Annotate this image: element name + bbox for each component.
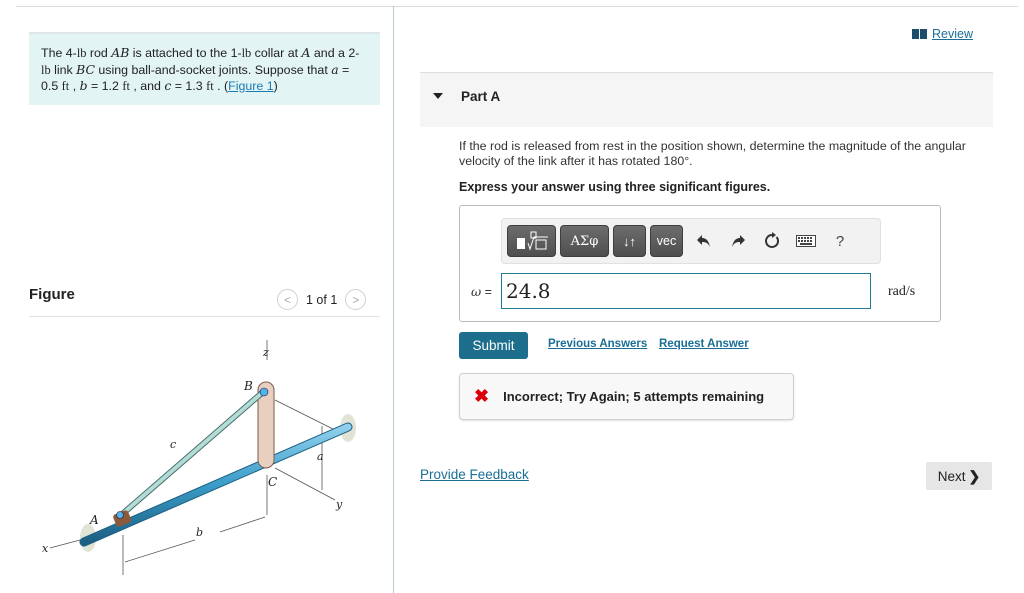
text-segment: , <box>69 79 80 93</box>
keyboard-icon <box>796 235 816 247</box>
label-x: x <box>42 542 49 555</box>
collapse-triangle-icon <box>433 93 443 99</box>
help-button[interactable]: ? <box>823 225 857 257</box>
label-a-point: A <box>89 513 99 527</box>
label-z: z <box>262 346 269 359</box>
part-a-header[interactable]: Part A <box>420 72 993 127</box>
undo-button[interactable] <box>687 225 721 257</box>
text-segment: link <box>50 62 77 77</box>
answer-panel: ΑΣφ ↓↑ vec ? ω = rad/s <box>459 205 941 322</box>
error-x-icon: ✖ <box>474 386 490 406</box>
figure-prev-button[interactable]: < <box>277 289 298 310</box>
feedback-message: ✖ Incorrect; Try Again; 5 attempts remai… <box>459 373 794 420</box>
review-label: Review <box>932 27 973 41</box>
text-segment: . ( <box>213 79 229 93</box>
templates-button[interactable] <box>507 225 556 257</box>
figure-divider <box>29 316 380 317</box>
top-divider <box>16 6 1018 7</box>
text-segment: , and <box>129 79 165 93</box>
figure-heading: Figure <box>29 286 75 303</box>
figure-diagram: z B C A c a b y x <box>42 340 356 575</box>
redo-icon <box>732 235 745 247</box>
text-segment: and a 2- <box>310 46 360 60</box>
label-b-point: B <box>243 379 253 393</box>
text-segment: rod <box>86 46 112 60</box>
chevron-right-icon: > <box>352 292 360 307</box>
templates-icon <box>516 231 548 251</box>
arrows-button[interactable]: ↓↑ <box>613 225 646 257</box>
figure-link[interactable]: Figure 1 <box>228 79 273 93</box>
figure-counter: 1 of 1 <box>306 292 338 307</box>
equals-sign: = <box>481 285 492 299</box>
book-icon <box>912 29 927 39</box>
feedback-text: Incorrect; Try Again; 5 attempts remaini… <box>503 389 765 404</box>
problem-text: The 4-lb rod AB is attached to the 1-lb … <box>41 45 360 93</box>
joint-a <box>116 511 124 519</box>
label-y: y <box>335 498 343 511</box>
math-toolbar: ΑΣφ ↓↑ vec ? <box>501 218 881 264</box>
math-symbol: BC <box>76 61 95 77</box>
label-c-point: C <box>268 475 277 489</box>
text-segment: collar at <box>251 46 302 60</box>
math-unit: lb <box>41 62 51 77</box>
math-unit: lb <box>76 46 87 60</box>
math-symbol: b <box>79 78 88 93</box>
units-label: rad/s <box>888 284 916 299</box>
math-unit: lb <box>241 46 252 60</box>
dim-b-left <box>124 539 196 563</box>
vec-button[interactable]: vec <box>650 225 683 257</box>
label-a: a <box>317 450 324 463</box>
undo-icon <box>697 235 710 247</box>
x-axis <box>49 539 81 549</box>
request-answer-link[interactable]: Request Answer <box>659 338 749 350</box>
problem-statement: The 4-lb rod AB is attached to the 1-lb … <box>29 32 380 105</box>
text-segment: using ball-and-socket joints. Suppose th… <box>94 62 332 77</box>
reset-icon <box>765 232 780 248</box>
next-label: Next <box>937 468 966 484</box>
question-text: If the rod is released from rest in the … <box>459 139 966 168</box>
answer-variable-label: ω = <box>471 284 492 299</box>
figure-next-button[interactable]: > <box>345 289 367 310</box>
greek-button[interactable]: ΑΣφ <box>560 225 609 257</box>
keyboard-button[interactable] <box>789 225 823 257</box>
chevron-left-icon: < <box>283 292 291 307</box>
part-label: Part A <box>461 89 501 104</box>
text-segment: = 1.2 <box>87 79 123 93</box>
text-segment: The 4- <box>41 46 77 60</box>
dim-b-right <box>219 516 266 533</box>
dim-line-bottom <box>274 467 336 501</box>
omega-symbol: ω <box>471 284 482 299</box>
figure-pagination: < 1 of 1 > <box>277 289 367 310</box>
math-unit: ft <box>206 79 214 93</box>
answer-input[interactable] <box>501 273 871 309</box>
joint-b <box>259 387 269 397</box>
column-divider <box>393 6 394 593</box>
reset-button[interactable] <box>755 225 789 257</box>
instruction-text: Express your answer using three signific… <box>459 180 771 194</box>
text-segment: = 1.3 <box>171 79 207 93</box>
dim-line-top <box>274 399 336 431</box>
chevron-right-icon: ❯ <box>968 467 981 484</box>
math-symbol: AB <box>111 45 130 60</box>
next-button[interactable]: Next ❯ <box>926 462 992 490</box>
review-link[interactable]: Review <box>912 27 973 41</box>
previous-answers-link[interactable]: Previous Answers <box>548 338 647 350</box>
redo-button[interactable] <box>721 225 755 257</box>
math-symbol: a <box>331 61 339 77</box>
close-paren: ) <box>273 79 278 93</box>
label-c: c <box>170 438 176 451</box>
math-unit: ft <box>122 79 130 93</box>
label-b: b <box>196 526 203 539</box>
submit-button[interactable]: Submit <box>459 332 528 359</box>
text-segment: is attached to the 1- <box>129 46 242 60</box>
provide-feedback-link[interactable]: Provide Feedback <box>420 467 529 482</box>
